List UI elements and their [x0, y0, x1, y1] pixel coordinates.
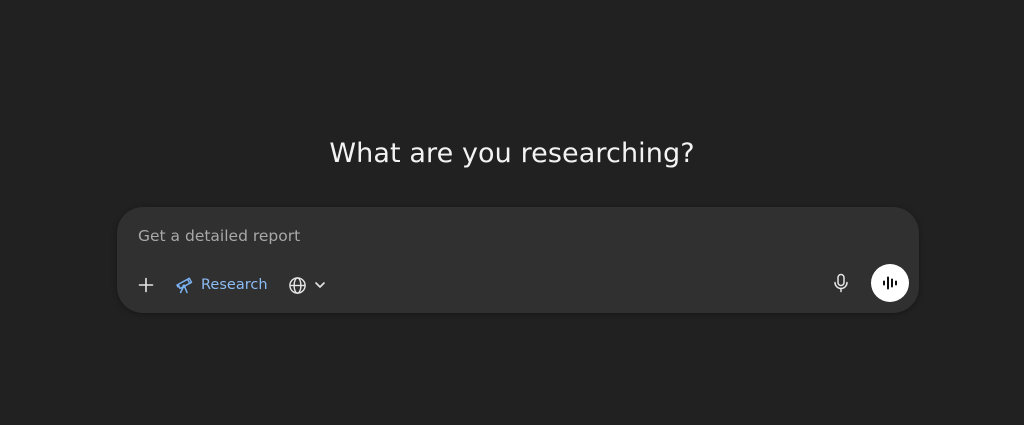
research-mode-label: Research [201, 277, 268, 293]
research-mode-button[interactable]: Research [173, 269, 270, 301]
add-attachment-button[interactable] [131, 269, 161, 301]
page-title: What are you researching? [329, 138, 695, 169]
dictate-button[interactable] [825, 267, 857, 299]
prompt-composer: Research [117, 207, 919, 313]
globe-icon [288, 276, 306, 294]
composer-toolbar-left: Research [131, 269, 327, 301]
telescope-icon [176, 277, 193, 294]
chevron-down-icon[interactable] [313, 278, 327, 292]
voice-waveform-icon [883, 276, 897, 290]
microphone-icon [834, 273, 848, 293]
composer-toolbar-right [825, 264, 909, 302]
web-search-toggle[interactable] [288, 269, 327, 301]
prompt-input[interactable] [138, 223, 818, 249]
plus-icon [138, 277, 154, 293]
voice-mode-button[interactable] [871, 264, 909, 302]
